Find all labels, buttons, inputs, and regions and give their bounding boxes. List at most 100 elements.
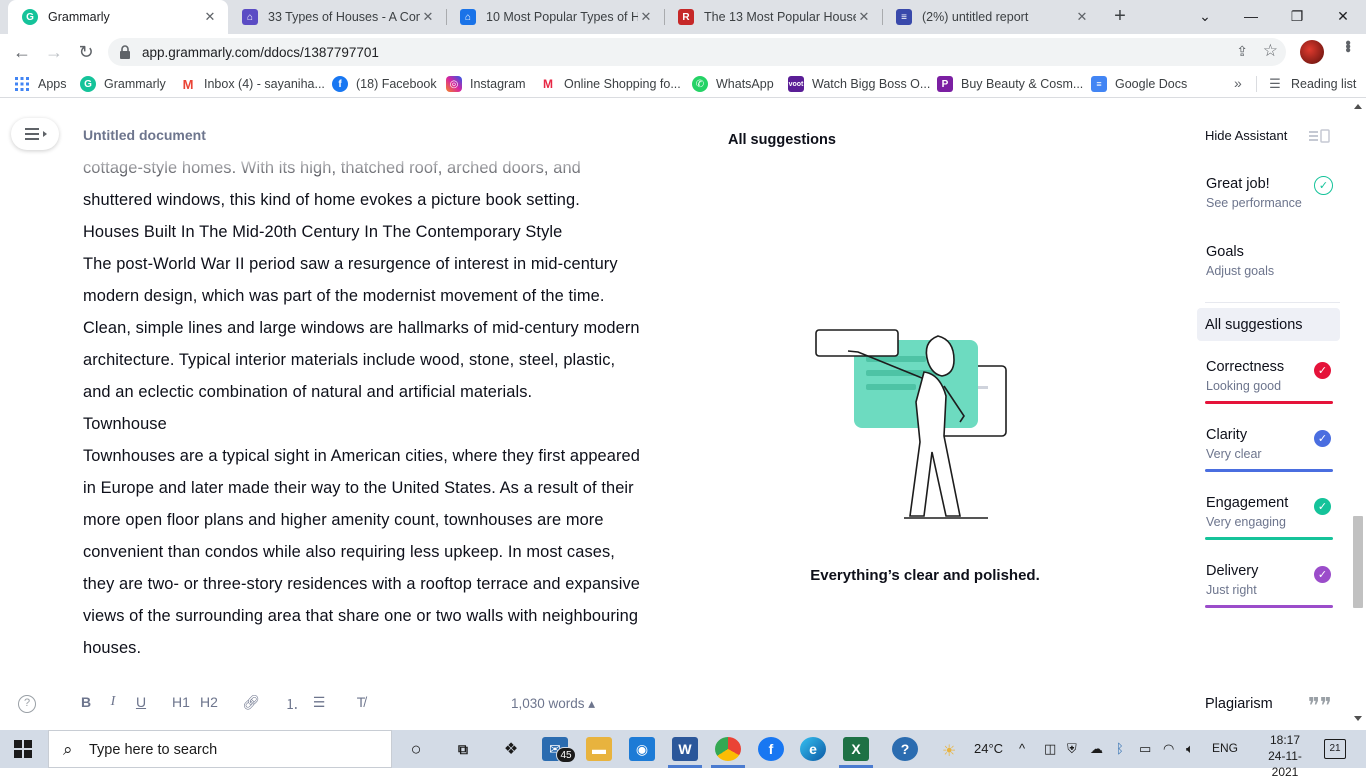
plagiarism-button[interactable]: Plagiarism xyxy=(1205,696,1273,712)
restore-button[interactable]: ❐ xyxy=(1274,0,1320,34)
weather-temp[interactable]: 24°C xyxy=(974,741,1003,756)
taskbar-search[interactable]: ⌕ Type here to search xyxy=(48,730,392,768)
word-count[interactable]: 1,030 words ▴ xyxy=(511,696,595,712)
underline-button[interactable]: U xyxy=(133,694,149,714)
scroll-down-arrow[interactable] xyxy=(1354,716,1362,721)
instagram-icon: ◎ xyxy=(446,76,462,92)
task-view-icon[interactable]: ⧉ xyxy=(450,737,476,761)
close-icon[interactable]: ✕ xyxy=(1074,9,1090,25)
close-icon[interactable]: ✕ xyxy=(420,9,436,25)
clarity-card[interactable]: Clarity Very clear ✓ xyxy=(1197,427,1340,477)
minimize-button[interactable]: — xyxy=(1228,0,1274,34)
bookmark-whatsapp[interactable]: ✆ WhatsApp xyxy=(692,76,774,92)
windows-start-icon[interactable] xyxy=(14,740,32,758)
excel-icon[interactable]: X xyxy=(843,737,869,761)
bold-button[interactable]: B xyxy=(78,694,94,714)
help-icon[interactable]: ? xyxy=(18,695,36,713)
address-bar[interactable]: app.grammarly.com/ddocs/1387797701 ⇪ ☆ xyxy=(108,38,1286,66)
bookmark-label: Instagram xyxy=(470,77,526,91)
edge-icon[interactable]: e xyxy=(800,737,826,761)
all-suggestions-tab[interactable]: All suggestions xyxy=(1197,308,1340,341)
onedrive-icon[interactable]: ☁ xyxy=(1090,741,1103,757)
document-editor[interactable]: cottage-style homes. With its high, that… xyxy=(83,154,643,678)
reading-list-button[interactable]: ☰ Reading list xyxy=(1267,76,1356,92)
tab-types-of-houses[interactable]: ⌂ 33 Types of Houses - A Comp ✕ xyxy=(228,0,446,34)
page-scrollbar[interactable] xyxy=(1350,98,1366,730)
bookmark-myntra[interactable]: M Online Shopping fo... xyxy=(540,76,681,92)
dropbox-icon[interactable]: ❖ xyxy=(498,737,524,761)
facebook-icon: f xyxy=(332,76,348,92)
webcam-icon[interactable]: ◫ xyxy=(1044,741,1056,757)
cortana-icon[interactable]: ○ xyxy=(403,737,429,761)
new-tab-button[interactable]: + xyxy=(1108,5,1132,29)
bookmark-voot[interactable]: voot Watch Bigg Boss O... xyxy=(788,76,930,92)
scrollbar-thumb[interactable] xyxy=(1353,516,1363,608)
bookmark-gmail[interactable]: M Inbox (4) - sayaniha... xyxy=(180,76,325,92)
close-icon[interactable]: ✕ xyxy=(856,9,872,25)
bookmark-star-icon[interactable]: ☆ xyxy=(1263,41,1278,61)
delivery-card[interactable]: Delivery Just right ✓ xyxy=(1197,563,1340,613)
tab-house-styles[interactable]: R The 13 Most Popular House S ✕ xyxy=(664,0,882,34)
system-clock[interactable]: 18:17 24-11-2021 xyxy=(1256,732,1314,780)
tab-popular-houses[interactable]: ⌂ 10 Most Popular Types of Ho ✕ xyxy=(446,0,664,34)
correctness-card[interactable]: Correctness Looking good ✓ xyxy=(1197,359,1340,409)
tab-grammarly[interactable]: G Grammarly ✕ xyxy=(8,0,228,34)
language-indicator[interactable]: ENG xyxy=(1212,741,1238,755)
browser-menu-icon[interactable]: ••• xyxy=(1338,40,1356,51)
bookmark-grammarly[interactable]: G Grammarly xyxy=(80,76,166,92)
panel-toggle-icon[interactable] xyxy=(1308,129,1330,143)
link-icon[interactable]: 🔗︎ xyxy=(242,694,260,714)
wifi-icon[interactable]: ◠ xyxy=(1163,741,1174,757)
goals-card[interactable]: Goals Adjust goals xyxy=(1197,244,1340,278)
engagement-card[interactable]: Engagement Very engaging ✓ xyxy=(1197,495,1340,545)
hide-assistant-button[interactable]: Hide Assistant xyxy=(1205,128,1287,143)
store-icon[interactable]: ◉ xyxy=(629,737,655,761)
bookmark-purplle[interactable]: P Buy Beauty & Cosm... xyxy=(937,76,1083,92)
battery-icon[interactable]: ▭ xyxy=(1139,741,1151,757)
chevron-up-icon[interactable]: ^ xyxy=(1019,741,1025,756)
chevron-right-icon[interactable]: » xyxy=(1234,75,1242,91)
r-icon: R xyxy=(678,9,694,25)
heading1-button[interactable]: H1 xyxy=(171,694,191,714)
tab-search-icon[interactable]: ⌄ xyxy=(1182,0,1228,34)
word-icon[interactable]: W xyxy=(672,737,698,761)
adjust-goals-link[interactable]: Adjust goals xyxy=(1206,264,1340,278)
forward-button[interactable]: → xyxy=(42,40,66,64)
notification-center-icon[interactable]: 21 xyxy=(1324,739,1346,759)
great-job-card[interactable]: Great job! See performance ✓ xyxy=(1197,176,1340,210)
hamburger-icon xyxy=(25,128,39,130)
close-icon[interactable]: ✕ xyxy=(202,9,218,25)
facebook-icon[interactable]: f xyxy=(758,737,784,761)
volume-icon[interactable]: 🔈︎ xyxy=(1186,741,1194,757)
reload-button[interactable]: ↻ xyxy=(74,40,98,64)
tab-untitled-report[interactable]: ≡ (2%) untitled report ✕ xyxy=(882,0,1100,34)
security-icon[interactable]: ⛨ xyxy=(1067,741,1077,757)
category-status: Looking good xyxy=(1206,379,1282,393)
file-explorer-icon[interactable]: ▬ xyxy=(586,737,612,761)
polished-illustration xyxy=(815,329,1007,519)
chrome-icon[interactable] xyxy=(715,737,741,761)
bookmark-instagram[interactable]: ◎ Instagram xyxy=(446,76,526,92)
close-window-button[interactable]: ✕ xyxy=(1320,0,1366,34)
clear-formatting-icon[interactable]: T̸ xyxy=(353,694,369,714)
bookmark-apps[interactable]: Apps xyxy=(14,76,67,92)
scroll-up-arrow[interactable] xyxy=(1354,104,1362,109)
reading-list-icon: ☰ xyxy=(1269,76,1281,91)
help-icon[interactable]: ? xyxy=(892,737,918,761)
back-button[interactable]: ← xyxy=(10,40,34,64)
see-performance-link[interactable]: See performance xyxy=(1206,196,1340,210)
heading2-button[interactable]: H2 xyxy=(199,694,219,714)
bookmark-facebook[interactable]: f (18) Facebook xyxy=(332,76,437,92)
document-menu-button[interactable] xyxy=(11,118,59,150)
bulleted-list-icon[interactable]: ☰ xyxy=(311,694,327,714)
close-icon[interactable]: ✕ xyxy=(638,9,654,25)
share-icon[interactable]: ⇪ xyxy=(1236,43,1248,60)
bluetooth-icon[interactable]: ᛒ xyxy=(1116,741,1124,756)
profile-avatar[interactable] xyxy=(1300,40,1324,64)
document-title[interactable]: Untitled document xyxy=(83,127,206,143)
weather-icon[interactable]: ☀ xyxy=(942,741,956,761)
numbered-list-icon[interactable]: ⒈ xyxy=(284,694,300,714)
grammarly-icon: G xyxy=(80,76,96,92)
bookmark-google-docs[interactable]: ≡ Google Docs xyxy=(1091,76,1187,92)
italic-button[interactable]: I xyxy=(106,694,120,714)
